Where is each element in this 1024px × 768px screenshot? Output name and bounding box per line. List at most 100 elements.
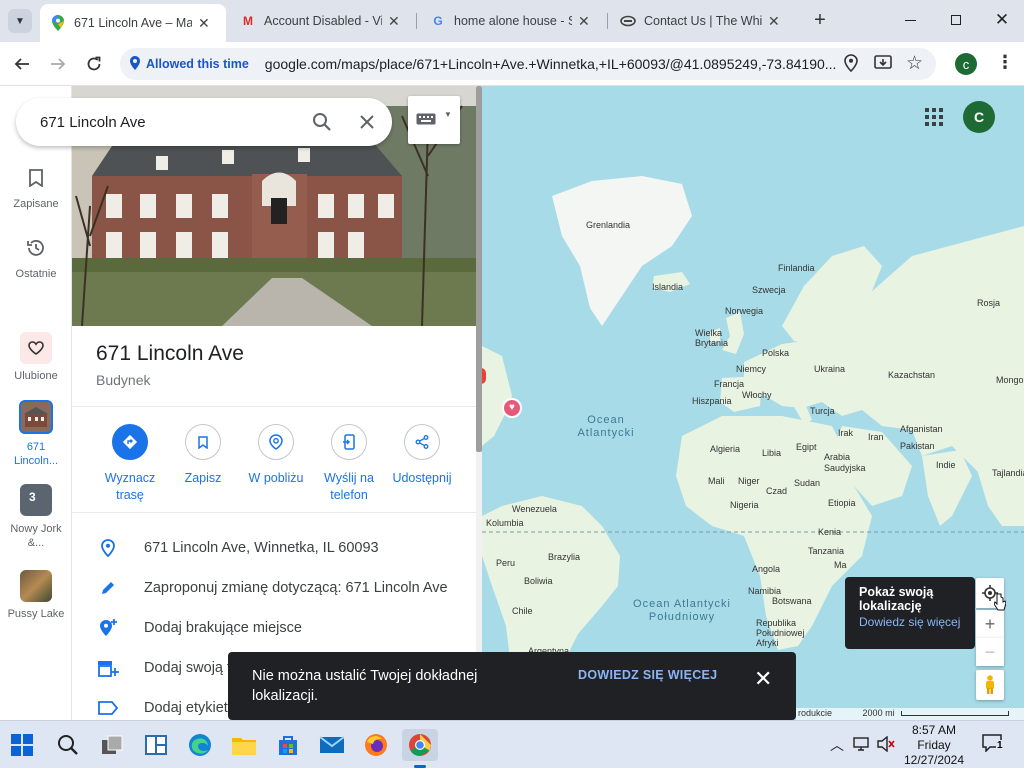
attribution-text[interactable]: rodukcie — [798, 708, 832, 718]
maximize-button[interactable] — [944, 10, 968, 30]
system-tray-chevron-icon[interactable]: ︿ — [830, 735, 844, 755]
mail-icon[interactable] — [316, 729, 348, 761]
save-button[interactable]: Zapisz — [167, 424, 239, 487]
rail-label: Ulubione — [14, 370, 58, 382]
close-window-button[interactable]: ✕ — [990, 8, 1014, 32]
tab-search-dropdown[interactable]: ▼ — [8, 9, 32, 33]
map-label: Finlandia — [778, 263, 815, 273]
map-label: Kenia — [818, 527, 842, 537]
close-icon[interactable]: ✕ — [754, 666, 772, 692]
scale-bar — [901, 711, 1010, 717]
learn-more-link[interactable]: Dowiedz się więcej — [859, 615, 961, 629]
search-icon[interactable] — [302, 112, 342, 132]
tab-google-search[interactable]: G home alone house - Se ✕ — [420, 6, 606, 36]
minimize-button[interactable] — [898, 10, 922, 30]
map-label: Brazylia — [548, 552, 581, 562]
street-view-pegman[interactable] — [976, 670, 1004, 700]
tab-maps[interactable]: 671 Lincoln Ave – Map ✕ — [40, 4, 226, 42]
volume-muted-icon[interactable] — [877, 735, 895, 757]
map-label: Hiszpania — [692, 396, 732, 406]
zoom-out-button[interactable]: − — [976, 638, 1004, 666]
chrome-icon[interactable] — [402, 729, 438, 768]
rail-recent-lincoln[interactable]: 671 Lincoln... — [0, 400, 72, 468]
share-button[interactable]: Udostępnij — [386, 424, 458, 487]
directions-button[interactable]: Wyznacz trasę — [94, 424, 166, 504]
map-label: Tajlandia — [992, 468, 1024, 478]
map-label: Rosja — [977, 298, 1001, 308]
firefox-icon[interactable] — [360, 729, 392, 761]
suggest-edit-row[interactable]: Zaproponuj zmianę dotyczącą: 671 Lincoln… — [72, 568, 476, 608]
map-label: Islandia — [652, 282, 684, 292]
search-icon[interactable] — [52, 729, 84, 761]
location-pin-icon[interactable] — [844, 54, 858, 77]
close-icon[interactable]: ✕ — [388, 13, 400, 30]
url-text[interactable]: google.com/maps/place/671+Lincoln+Ave.+W… — [265, 56, 837, 72]
tab-gmail[interactable]: M Account Disabled - Vid ✕ — [230, 6, 416, 36]
forward-button[interactable] — [44, 50, 72, 78]
nearby-button[interactable]: W pobliżu — [240, 424, 312, 487]
rail-recent-pussy-lake[interactable]: Pussy Lake — [0, 570, 72, 620]
directions-icon — [112, 424, 148, 460]
windows-start-icon[interactable] — [6, 729, 38, 761]
more-menu-icon[interactable]: ⋮ — [996, 52, 1014, 73]
map-label: Etiopia — [828, 498, 856, 508]
address-row[interactable]: 671 Lincoln Ave, Winnetka, IL 60093 — [72, 528, 476, 568]
widgets-icon[interactable] — [140, 729, 172, 761]
place-category[interactable]: Budynek — [96, 372, 150, 388]
map-label: Turcja — [810, 406, 835, 416]
nearby-icon — [258, 424, 294, 460]
account-avatar[interactable]: C — [963, 101, 995, 133]
file-explorer-icon[interactable] — [228, 729, 260, 761]
add-missing-place-row[interactable]: Dodaj brakujące miejsce — [72, 608, 476, 648]
place-title: 671 Lincoln Ave — [96, 342, 244, 365]
profile-avatar[interactable]: c — [955, 53, 977, 75]
edge-icon[interactable] — [184, 729, 216, 761]
notification-center-icon[interactable]: 1 — [982, 734, 1004, 757]
mouse-cursor-icon — [993, 593, 1007, 616]
map-label: Afganistan — [900, 424, 943, 434]
install-app-icon[interactable] — [874, 54, 892, 77]
reload-button[interactable] — [80, 50, 108, 78]
new-tab-button[interactable]: + — [808, 8, 832, 32]
taskbar-clock[interactable]: 8:57 AM Friday 12/27/2024 — [896, 723, 972, 768]
network-icon[interactable] — [852, 736, 870, 757]
rail-recent-new-york[interactable]: 3 Nowy Jork &... — [0, 484, 72, 550]
search-input[interactable]: 671 Lincoln Ave — [40, 114, 302, 131]
map-label: Ukraina — [814, 364, 846, 374]
rail-saved[interactable]: Zapisane — [0, 164, 72, 210]
store-icon[interactable] — [272, 729, 304, 761]
rail-recent[interactable]: Ostatnie — [0, 234, 72, 280]
map-label: Indie — [936, 460, 956, 470]
back-button[interactable] — [8, 50, 36, 78]
tooltip-title: Pokaż swoją lokalizację — [859, 585, 934, 613]
address-text: 671 Lincoln Ave, Winnetka, IL 60093 — [144, 540, 379, 556]
add-business-text: Dodaj swoją f — [144, 660, 232, 676]
google-apps-icon[interactable] — [925, 108, 943, 131]
bookmark-star-icon[interactable]: ☆ — [906, 52, 923, 75]
close-icon[interactable]: ✕ — [578, 13, 590, 30]
scale-label[interactable]: 2000 mi — [863, 708, 895, 718]
search-box[interactable]: 671 Lincoln Ave — [16, 98, 392, 146]
tab-white-house[interactable]: Contact Us | The White ✕ — [610, 6, 796, 36]
toast-learn-more-button[interactable]: DOWIEDZ SIĘ WIĘCEJ — [578, 668, 717, 682]
omnibox[interactable]: Allowed this time google.com/maps/place/… — [120, 48, 936, 80]
input-tools-button[interactable]: ▼ — [408, 96, 460, 144]
rail-label: 671 Lincoln... — [13, 441, 59, 467]
map-label: Namibia — [748, 586, 782, 596]
browser-tab-bar: ▼ 671 Lincoln Ave – Map ✕ M Account Disa… — [0, 0, 1024, 42]
site-permission-chip[interactable]: Allowed this time — [130, 55, 249, 73]
map-label: Libia — [762, 448, 782, 458]
favorite-place-marker[interactable]: ♥ — [502, 398, 522, 418]
map-label: Polska — [762, 348, 790, 358]
close-icon[interactable] — [342, 114, 392, 130]
clock-time: 8:57 AM — [911, 723, 957, 737]
location-pin-icon — [72, 539, 144, 557]
task-view-icon[interactable] — [96, 729, 128, 761]
send-to-phone-icon — [331, 424, 367, 460]
rail-favorites[interactable]: Ulubione — [0, 332, 72, 382]
close-icon[interactable]: ✕ — [198, 15, 210, 32]
close-icon[interactable]: ✕ — [768, 13, 780, 30]
map-label: Republika Południowej Afryki — [756, 618, 805, 648]
send-to-phone-button[interactable]: Wyślij na telefon — [313, 424, 385, 504]
google-maps-app: Zapisane Ostatnie Ulubione 671 Lincoln..… — [0, 86, 1024, 720]
